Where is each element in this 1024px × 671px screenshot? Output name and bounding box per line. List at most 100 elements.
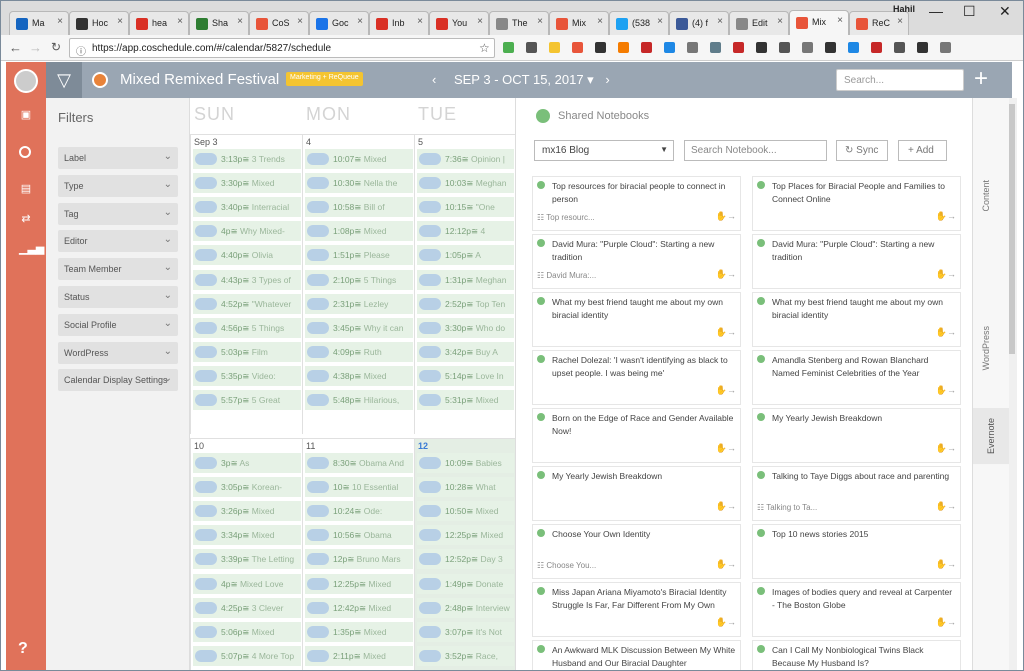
calendar-event[interactable]: 3:26p≅ Mixed [193, 501, 301, 522]
tab-close-icon[interactable]: × [537, 16, 543, 27]
extension-icon[interactable] [526, 42, 537, 53]
right-tab-content[interactable]: Content [981, 180, 1005, 212]
tab-close-icon[interactable]: × [597, 16, 603, 27]
calendar-event[interactable]: 3:30p≅ Mixed [193, 173, 301, 194]
note-card[interactable]: Born on the Edge of Race and Gender Avai… [532, 408, 741, 463]
browser-tab[interactable]: hea × [129, 11, 189, 35]
note-card[interactable]: David Mura: "Purple Cloud": Starting a n… [752, 234, 961, 289]
calendar-event[interactable]: 1:49p≅ Donate [417, 573, 514, 594]
calendar-event[interactable]: 3:45p≅ Why it can [305, 317, 413, 338]
extension-icon[interactable] [825, 42, 836, 53]
extension-icon[interactable] [871, 42, 882, 53]
calendar-event[interactable]: 3:40p≅ Interracial [193, 197, 301, 218]
calendar-event[interactable]: 12:52p≅ Day 3 [417, 549, 514, 570]
help-icon[interactable]: ? [18, 640, 28, 658]
calendar-event[interactable]: 12p≅ Bruno Mars [305, 549, 413, 570]
calendar-event[interactable]: 5:48p≅ Hilarious, [305, 390, 413, 410]
drag-to-calendar-icon[interactable]: ✋→ [936, 443, 956, 454]
calendar-event[interactable]: 10:56≅ Obama [305, 525, 413, 546]
maximize-button[interactable]: ☐ [963, 3, 976, 20]
tab-close-icon[interactable]: × [177, 16, 183, 27]
calendar-event[interactable]: 3:52p≅ Race, [417, 645, 514, 666]
day-cell[interactable]: 11 8:30≅ Obama And 10≅ 10 Essential 10:24≅ … [302, 438, 414, 670]
calendar-event[interactable]: 2:52p≅ Top Ten [417, 293, 514, 314]
calendar-circle-icon[interactable] [19, 146, 31, 158]
tab-close-icon[interactable]: × [837, 15, 843, 26]
extension-icon[interactable] [894, 42, 905, 53]
calendar-event[interactable]: 12:12p≅ 4 [417, 221, 514, 242]
browser-tab[interactable]: (538 × [609, 11, 669, 35]
calendar-event[interactable]: 3p≅ As [193, 453, 301, 473]
calendar-event[interactable]: 3:34p≅ Mixed [193, 525, 301, 546]
notebook-search-input[interactable]: Search Notebook... [684, 140, 827, 161]
extension-icon[interactable] [664, 42, 675, 53]
notebook-select[interactable]: mx16 Blog ▼ [534, 140, 674, 161]
shuffle-icon[interactable]: ⇄ [19, 212, 33, 225]
note-card[interactable]: Images of bodies query and reveal at Car… [752, 582, 961, 637]
drag-to-calendar-icon[interactable]: ✋→ [716, 385, 736, 396]
tab-close-icon[interactable]: × [57, 16, 63, 27]
tab-close-icon[interactable]: × [717, 16, 723, 27]
browser-tab[interactable]: Sha × [189, 11, 249, 35]
calendar-event[interactable]: 4:25p≅ 3 Clever [193, 597, 301, 618]
calendar-event[interactable]: 5:57p≅ 5 Great [193, 390, 301, 410]
extension-icon[interactable] [779, 42, 790, 53]
sync-button[interactable]: ↻ Sync [836, 140, 888, 161]
briefcase-icon[interactable]: ▣ [19, 108, 33, 121]
calendar-title[interactable]: Mixed Remixed Festival [120, 71, 279, 88]
calendar-event[interactable]: 10:03≅ Meghan [417, 173, 514, 194]
drag-to-calendar-icon[interactable]: ✋→ [936, 385, 956, 396]
extension-icon[interactable] [595, 42, 606, 53]
note-card[interactable]: Miss Japan Ariana Miyamoto's Biracial Id… [532, 582, 741, 637]
minimize-button[interactable]: — [929, 3, 943, 19]
drag-to-calendar-icon[interactable]: ✋→ [936, 617, 956, 628]
filter-dropdown[interactable]: Team Member ⌄ [58, 258, 178, 281]
calendar-event[interactable]: 12:25p≅ Mixed [417, 525, 514, 546]
calendar-event[interactable]: 10:30≅ Nella the [305, 173, 413, 194]
calendar-event[interactable]: 4:38p≅ Mixed [305, 365, 413, 386]
extension-icon[interactable] [710, 42, 721, 53]
calendar-event[interactable]: 1:05p≅ A [417, 245, 514, 266]
bar-chart-icon[interactable]: ▁▃▅ [19, 242, 44, 255]
drag-to-calendar-icon[interactable]: ✋→ [936, 211, 956, 222]
next-period-icon[interactable]: › [605, 72, 609, 87]
calendar-event[interactable]: 2:48p≅ Interview [417, 597, 514, 618]
extension-icon[interactable] [756, 42, 767, 53]
calendar-event[interactable]: 10:24≅ Ode: [305, 501, 413, 522]
filter-dropdown[interactable]: WordPress ⌄ [58, 341, 178, 364]
filter-dropdown[interactable]: Editor ⌄ [58, 230, 178, 253]
extension-icon[interactable] [917, 42, 928, 53]
calendar-event[interactable]: 10:15≅ "One [417, 197, 514, 218]
note-card[interactable]: David Mura: "Purple Cloud": Starting a n… [532, 234, 741, 289]
extension-icon[interactable] [848, 42, 859, 53]
tab-close-icon[interactable]: × [117, 16, 123, 27]
calendar-event[interactable]: 5:03p≅ Film [193, 341, 301, 362]
day-cell[interactable]: 12 10:09≅ Babies 10:28≅ What 10:50≅ Mixed 12… [414, 438, 515, 670]
drag-to-calendar-icon[interactable]: ✋→ [936, 559, 956, 570]
tab-close-icon[interactable]: × [897, 16, 903, 27]
note-card[interactable]: Talking to Taye Diggs about race and par… [752, 466, 961, 521]
close-window-button[interactable]: ✕ [999, 3, 1011, 20]
browser-tab[interactable]: Edit × [729, 11, 789, 35]
search-input[interactable]: Search... [836, 69, 964, 91]
url-field[interactable]: ⓘ https://app.coschedule.com/#/calendar/5… [69, 38, 495, 58]
calendar-event[interactable]: 5:06p≅ Mixed [193, 621, 301, 642]
extension-icon[interactable] [802, 42, 813, 53]
calendar-event[interactable]: 5:35p≅ Video: [193, 365, 301, 386]
calendar-event[interactable]: 4:43p≅ 3 Types of [193, 269, 301, 290]
day-cell[interactable]: 5 7:36≅ Opinion | 10:03≅ Meghan 10:15≅ "One… [414, 134, 515, 434]
calendar-event[interactable]: 1:08p≅ Mixed [305, 221, 413, 242]
prev-period-icon[interactable]: ‹ [432, 72, 436, 87]
calendar-event[interactable]: 10:07≅ Mixed [305, 149, 413, 169]
filter-dropdown[interactable]: Social Profile ⌄ [58, 313, 178, 336]
browser-tab[interactable]: Mix × [789, 10, 849, 35]
tab-close-icon[interactable]: × [237, 16, 243, 27]
drag-to-calendar-icon[interactable]: ✋→ [716, 617, 736, 628]
calendar-event[interactable]: 4p≅ Mixed Love [193, 573, 301, 594]
calendar-event[interactable]: 2:10p≅ 5 Things [305, 269, 413, 290]
calendar-event[interactable]: 1:35p≅ Mixed [305, 621, 413, 642]
calendar-event[interactable]: 1:51p≅ Please [305, 245, 413, 266]
calendar-event[interactable]: 4:09p≅ Ruth [305, 341, 413, 362]
calendar-event[interactable]: 4p≅ Why Mixed- [193, 221, 301, 242]
add-icon[interactable]: + [974, 65, 988, 93]
